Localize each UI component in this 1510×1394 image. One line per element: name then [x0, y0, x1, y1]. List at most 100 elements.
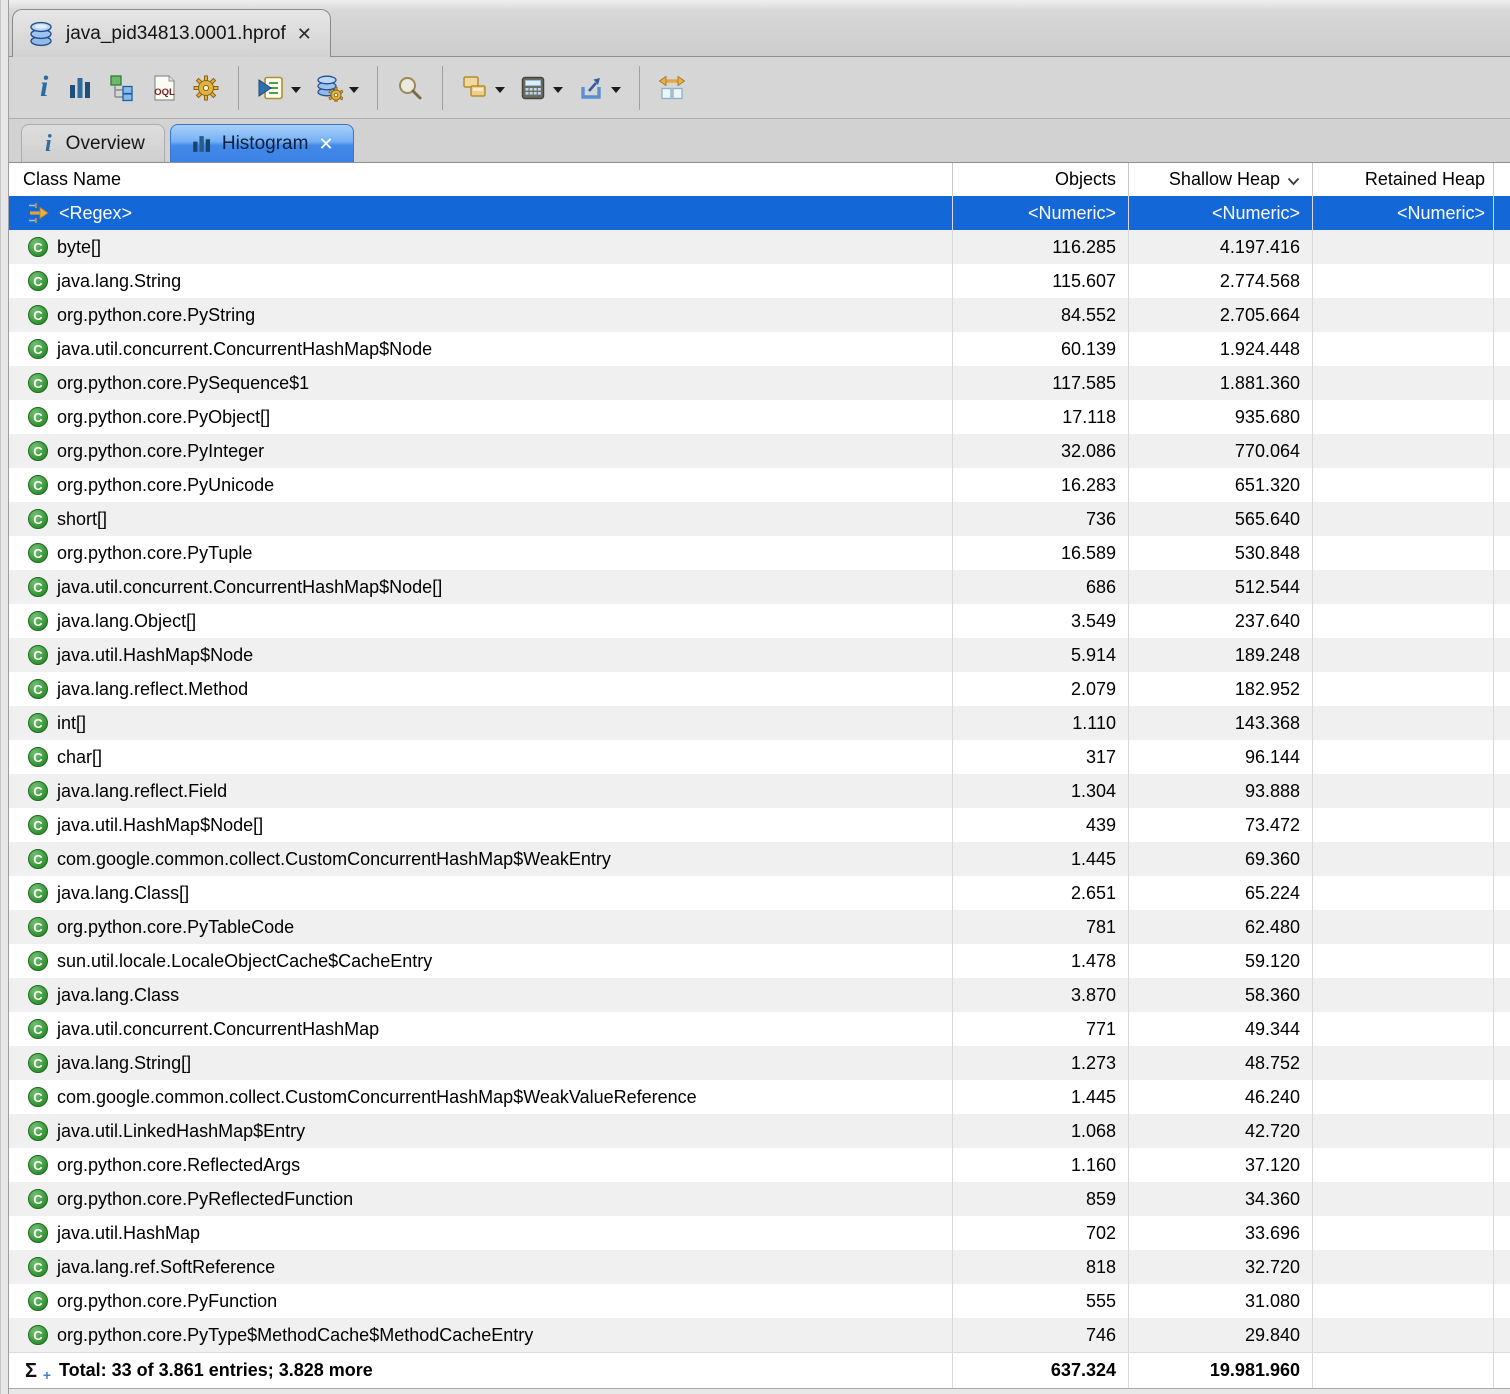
table-row[interactable]: Cjava.util.HashMap$Node[]43973.472: [9, 808, 1510, 842]
class-name-cell: Corg.python.core.PyUnicode: [9, 468, 952, 502]
customize-button[interactable]: [185, 65, 227, 111]
class-name-cell: Cchar[]: [9, 740, 952, 774]
class-icon: C: [28, 1257, 48, 1277]
regex-filter-cell[interactable]: <Regex>: [9, 196, 952, 230]
table-row[interactable]: Cjava.lang.String[]1.27348.752: [9, 1046, 1510, 1080]
table-row[interactable]: Cjava.util.concurrent.ConcurrentHashMap7…: [9, 1012, 1510, 1046]
table-row[interactable]: Cjava.lang.reflect.Method2.079182.952: [9, 672, 1510, 706]
objects-cell: 60.139: [952, 332, 1128, 366]
objects-cell: 439: [952, 808, 1128, 842]
class-name-label: org.python.core.PyReflectedFunction: [57, 1189, 353, 1210]
table-row[interactable]: Corg.python.core.PyTableCode78162.480: [9, 910, 1510, 944]
column-header-class-name[interactable]: Class Name: [9, 163, 952, 196]
table-row[interactable]: Cjava.lang.reflect.Field1.30493.888: [9, 774, 1510, 808]
numeric-filter-cell[interactable]: <Numeric>: [1128, 196, 1312, 230]
retained-heap-cell: [1312, 944, 1493, 978]
info-button[interactable]: i: [29, 65, 59, 111]
compare-button[interactable]: [651, 65, 693, 111]
oql-button[interactable]: OQL: [143, 65, 185, 111]
table-body: Cbyte[]116.2854.197.416Cjava.lang.String…: [9, 230, 1510, 1352]
table-row[interactable]: Cjava.util.concurrent.ConcurrentHashMap$…: [9, 332, 1510, 366]
row-filler: [1493, 1353, 1510, 1388]
row-filler: [1493, 672, 1510, 706]
class-name-cell: Ccom.google.common.collect.CustomConcurr…: [9, 842, 952, 876]
dropdown-arrow-icon[interactable]: [495, 87, 505, 93]
dropdown-arrow-icon[interactable]: [553, 87, 563, 93]
table-row[interactable]: Corg.python.core.PyType$MethodCache$Meth…: [9, 1318, 1510, 1352]
numeric-filter-cell[interactable]: <Numeric>: [1312, 196, 1493, 230]
search-button[interactable]: [389, 65, 431, 111]
objects-cell: 2.651: [952, 876, 1128, 910]
table-row[interactable]: Corg.python.core.PyFunction55531.080: [9, 1284, 1510, 1318]
objects-cell: 555: [952, 1284, 1128, 1318]
numeric-filter-cell[interactable]: <Numeric>: [952, 196, 1128, 230]
table-row[interactable]: Corg.python.core.ReflectedArgs1.16037.12…: [9, 1148, 1510, 1182]
table-row[interactable]: Corg.python.core.PyObject[]17.118935.680: [9, 400, 1510, 434]
class-name-label: org.python.core.PyType$MethodCache$Metho…: [57, 1325, 533, 1346]
tab-histogram-close-icon[interactable]: ✕: [318, 135, 333, 153]
class-name-cell: Cjava.lang.reflect.Field: [9, 774, 952, 808]
dropdown-arrow-icon[interactable]: [349, 87, 359, 93]
group-by-button[interactable]: [454, 65, 512, 111]
table-row[interactable]: Corg.python.core.PyInteger32.086770.064: [9, 434, 1510, 468]
retained-heap-cell: [1312, 1318, 1493, 1352]
class-name-cell: Corg.python.core.PyFunction: [9, 1284, 952, 1318]
regex-filter-value[interactable]: <Regex>: [59, 203, 132, 224]
row-filler: [1493, 468, 1510, 502]
histogram-table: Class Name Objects Shallow Heap Retained…: [9, 163, 1510, 1394]
tab-histogram[interactable]: Histogram ✕: [170, 124, 354, 162]
table-row[interactable]: Corg.python.core.PyUnicode16.283651.320: [9, 468, 1510, 502]
table-row[interactable]: Cjava.lang.Class[]2.65165.224: [9, 876, 1510, 910]
table-row[interactable]: Cjava.util.HashMap70233.696: [9, 1216, 1510, 1250]
retained-heap-cell: [1312, 1148, 1493, 1182]
tab-overview[interactable]: i Overview: [21, 124, 165, 162]
table-row[interactable]: Cjava.lang.ref.SoftReference81832.720: [9, 1250, 1510, 1284]
class-name-label: java.util.concurrent.ConcurrentHashMap$N…: [57, 577, 442, 598]
objects-cell: 771: [952, 1012, 1128, 1046]
column-header-retained-heap[interactable]: Retained Heap: [1312, 163, 1493, 196]
class-name-cell: Cjava.util.concurrent.ConcurrentHashMap$…: [9, 332, 952, 366]
open-report-button[interactable]: [570, 65, 628, 111]
histogram-button[interactable]: [59, 65, 101, 111]
column-header-shallow-heap[interactable]: Shallow Heap: [1128, 163, 1312, 196]
table-row[interactable]: Corg.python.core.PyReflectedFunction8593…: [9, 1182, 1510, 1216]
table-row[interactable]: Cshort[]736565.640: [9, 502, 1510, 536]
objects-cell: 1.478: [952, 944, 1128, 978]
dropdown-arrow-icon[interactable]: [291, 87, 301, 93]
class-icon: C: [28, 373, 48, 393]
table-row[interactable]: Corg.python.core.PySequence$1117.5851.88…: [9, 366, 1510, 400]
retained-heap-cell: [1312, 808, 1493, 842]
toolbar-separator: [639, 66, 640, 110]
table-row[interactable]: Cjava.util.HashMap$Node5.914189.248: [9, 638, 1510, 672]
editor-tab-close-icon[interactable]: ✕: [297, 25, 312, 43]
table-row[interactable]: Ccom.google.common.collect.CustomConcurr…: [9, 842, 1510, 876]
retained-heap-cell: [1312, 774, 1493, 808]
editor-tab-heap-dump[interactable]: java_pid34813.0001.hprof ✕: [12, 9, 331, 57]
retained-heap-cell: [1312, 1216, 1493, 1250]
dominator-tree-button[interactable]: [101, 65, 143, 111]
table-row[interactable]: Cchar[]31796.144: [9, 740, 1510, 774]
table-row[interactable]: Csun.util.locale.LocaleObjectCache$Cache…: [9, 944, 1510, 978]
table-row[interactable]: Cjava.lang.Class3.87058.360: [9, 978, 1510, 1012]
table-row[interactable]: Cjava.lang.Object[]3.549237.640: [9, 604, 1510, 638]
objects-cell: 1.445: [952, 1080, 1128, 1114]
class-name-cell: Cshort[]: [9, 502, 952, 536]
column-header-objects[interactable]: Objects: [952, 163, 1128, 196]
class-icon: C: [28, 1155, 48, 1175]
shallow-heap-cell: 565.640: [1128, 502, 1312, 536]
table-row[interactable]: Cjava.util.LinkedHashMap$Entry1.06842.72…: [9, 1114, 1510, 1148]
dropdown-arrow-icon[interactable]: [611, 87, 621, 93]
heap-actions-button[interactable]: [308, 65, 366, 111]
row-filler: [1493, 1080, 1510, 1114]
table-row[interactable]: Cjava.util.concurrent.ConcurrentHashMap$…: [9, 570, 1510, 604]
filter-row[interactable]: <Regex> <Numeric> <Numeric> <Numeric>: [9, 196, 1510, 230]
calculator-button[interactable]: [512, 65, 570, 111]
run-report-button[interactable]: [250, 65, 308, 111]
table-row[interactable]: Corg.python.core.PyTuple16.589530.848: [9, 536, 1510, 570]
table-row[interactable]: Corg.python.core.PyString84.5522.705.664: [9, 298, 1510, 332]
table-row[interactable]: Cbyte[]116.2854.197.416: [9, 230, 1510, 264]
shallow-heap-cell: 33.696: [1128, 1216, 1312, 1250]
table-row[interactable]: Cjava.lang.String115.6072.774.568: [9, 264, 1510, 298]
table-row[interactable]: Ccom.google.common.collect.CustomConcurr…: [9, 1080, 1510, 1114]
table-row[interactable]: Cint[]1.110143.368: [9, 706, 1510, 740]
